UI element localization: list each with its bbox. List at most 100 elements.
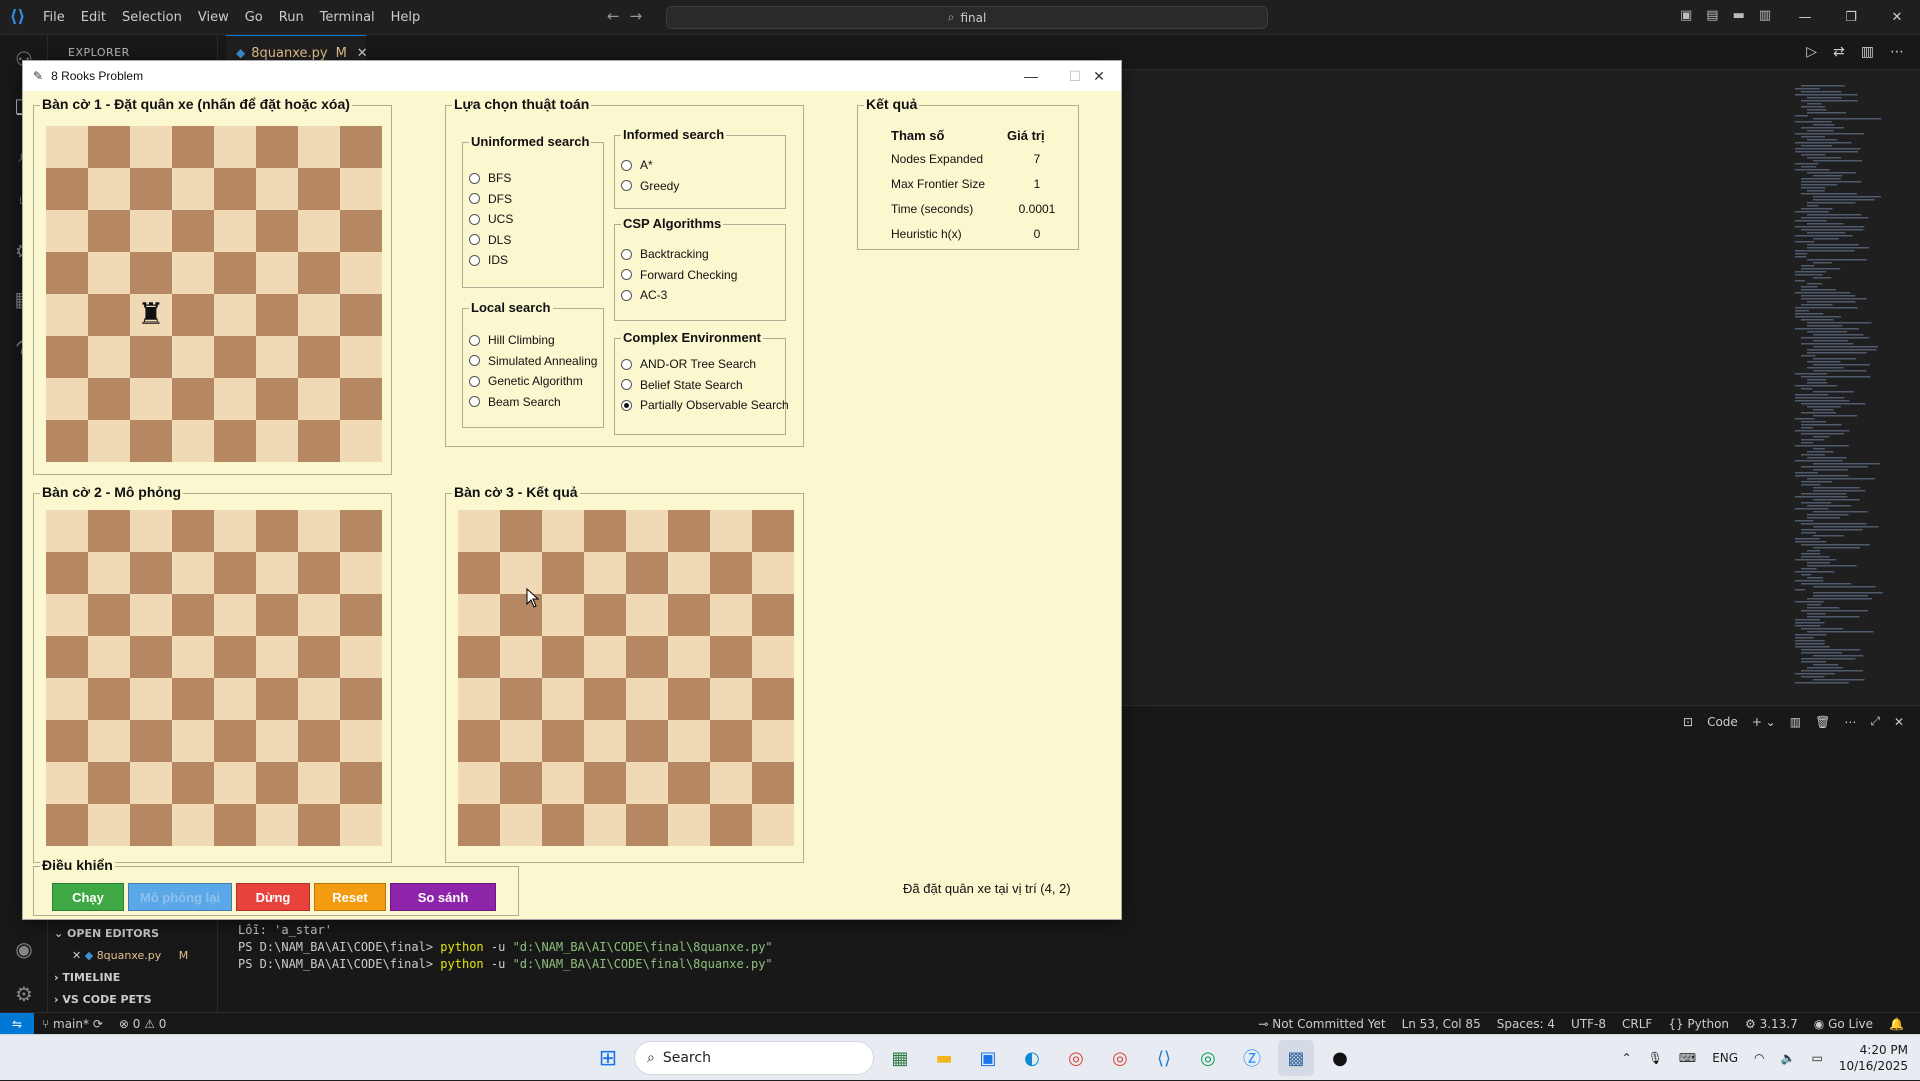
task-view-icon[interactable]: ▦ <box>882 1040 918 1076</box>
file-explorer-icon[interactable]: ▬ <box>926 1040 962 1076</box>
volume-icon[interactable]: 🔈 <box>1781 1051 1796 1065</box>
board-square[interactable] <box>88 378 130 420</box>
more-actions-icon[interactable]: ⋯ <box>1890 44 1904 60</box>
python-version[interactable]: ⚙ 3.13.7 <box>1737 1017 1806 1031</box>
split-terminal-icon[interactable]: ▥ <box>1790 715 1801 729</box>
radio-indicator[interactable] <box>621 180 632 191</box>
menu-item-selection[interactable]: Selection <box>114 10 190 25</box>
toggle-panel-icon[interactable]: ▬ <box>1733 8 1745 23</box>
close-icon[interactable]: ✕ <box>1874 0 1920 35</box>
close-panel-icon[interactable]: ✕ <box>1894 715 1904 729</box>
radio-indicator[interactable] <box>621 358 632 370</box>
board-square[interactable] <box>130 336 172 378</box>
control-button-so-s-nh[interactable]: So sánh <box>390 883 496 911</box>
radio-indicator[interactable] <box>621 289 632 301</box>
board-square[interactable] <box>46 420 88 462</box>
board-square[interactable] <box>88 126 130 168</box>
board-square[interactable] <box>340 126 382 168</box>
kill-terminal-icon[interactable]: 🗑 <box>1815 715 1830 729</box>
board-square[interactable] <box>256 294 298 336</box>
board-square[interactable] <box>214 210 256 252</box>
algo-radio-bfs[interactable]: BFS <box>469 171 511 185</box>
board-square[interactable] <box>88 420 130 462</box>
radio-indicator[interactable] <box>469 254 480 266</box>
board-square[interactable] <box>298 420 340 462</box>
chrome-alt-icon[interactable]: ◎ <box>1190 1040 1226 1076</box>
timeline-section[interactable]: › TIMELINE <box>48 967 218 989</box>
store-icon[interactable]: ▣ <box>970 1040 1006 1076</box>
control-button-reset[interactable]: Reset <box>314 883 386 911</box>
radio-indicator[interactable] <box>469 396 480 407</box>
board-square[interactable] <box>46 210 88 252</box>
start-icon[interactable]: ⊞ <box>590 1040 626 1076</box>
wifi-icon[interactable]: ◠ <box>1754 1051 1764 1065</box>
github-icon[interactable]: ● <box>1322 1040 1358 1076</box>
app-close-icon[interactable]: ✕ <box>1077 61 1121 91</box>
menu-item-terminal[interactable]: Terminal <box>312 10 383 25</box>
algo-radio-and-or-tree-search[interactable]: AND-OR Tree Search <box>621 357 756 371</box>
chrome-profile-icon[interactable]: ◎ <box>1102 1040 1138 1076</box>
board-square[interactable] <box>340 294 382 336</box>
algo-radio-greedy[interactable]: Greedy <box>621 179 679 193</box>
board-square[interactable] <box>256 336 298 378</box>
algo-radio-beam-search[interactable]: Beam Search <box>469 395 561 409</box>
radio-indicator[interactable] <box>621 379 632 390</box>
board-square[interactable] <box>130 210 172 252</box>
layout-controls[interactable]: ▣ ▤ ▬ ▥ <box>1680 8 1771 23</box>
radio-indicator[interactable] <box>469 234 480 245</box>
board-square[interactable] <box>46 378 88 420</box>
run-icon[interactable]: ▷ <box>1806 44 1817 60</box>
board-square[interactable] <box>298 210 340 252</box>
board-square[interactable] <box>88 336 130 378</box>
board-square[interactable] <box>172 252 214 294</box>
board-square[interactable] <box>340 168 382 210</box>
control-button-d-ng[interactable]: Dừng <box>236 883 310 911</box>
battery-icon[interactable]: ▭ <box>1811 1051 1822 1065</box>
minimap[interactable] <box>1795 85 1905 695</box>
board-square[interactable] <box>340 336 382 378</box>
control-button-ch-y[interactable]: Chạy <box>52 883 124 911</box>
algo-radio-belief-state-search[interactable]: Belief State Search <box>621 378 743 392</box>
board-square[interactable] <box>256 420 298 462</box>
board-square[interactable] <box>46 126 88 168</box>
radio-indicator[interactable] <box>469 355 480 366</box>
tray-overflow-icon[interactable]: ⌃ <box>1622 1051 1632 1065</box>
board-square[interactable] <box>256 252 298 294</box>
maximize-panel-icon[interactable]: ⤢ <box>1870 714 1880 729</box>
menu-item-edit[interactable]: Edit <box>73 10 114 25</box>
board-square[interactable] <box>130 378 172 420</box>
board-square[interactable] <box>340 210 382 252</box>
layout-icon[interactable]: ▣ <box>1680 8 1692 23</box>
language-indicator[interactable]: ENG <box>1712 1051 1738 1065</box>
menu-item-run[interactable]: Run <box>271 10 312 25</box>
toggle-sidebar-icon[interactable]: ▤ <box>1706 8 1718 23</box>
new-terminal-icon[interactable]: + ⌄ <box>1752 715 1776 729</box>
board-square[interactable] <box>172 378 214 420</box>
clock[interactable]: 4:20 PM 10/16/2025 <box>1839 1042 1908 1074</box>
board-square[interactable] <box>298 378 340 420</box>
split-editor-icon[interactable]: ▥ <box>1861 44 1874 60</box>
board-square[interactable] <box>172 126 214 168</box>
board-square[interactable] <box>130 126 172 168</box>
nav-arrows[interactable]: ←→ <box>607 7 652 25</box>
board-square[interactable] <box>172 336 214 378</box>
git-commit-status[interactable]: ⊸ Not Committed Yet <box>1250 1017 1393 1031</box>
board-square[interactable] <box>214 126 256 168</box>
algo-radio-genetic-algorithm[interactable]: Genetic Algorithm <box>469 374 583 388</box>
microphone-icon[interactable]: 🎙 <box>1648 1051 1663 1065</box>
board-square[interactable] <box>172 210 214 252</box>
rook-piece-icon[interactable]: ♜ <box>138 300 165 330</box>
zalo-icon[interactable]: Ⓩ <box>1234 1040 1270 1076</box>
panel-more-icon[interactable]: ⋯ <box>1844 715 1856 729</box>
algo-radio-ucs[interactable]: UCS <box>469 212 513 226</box>
radio-indicator[interactable] <box>621 248 632 260</box>
algo-radio-dfs[interactable]: DFS <box>469 192 512 206</box>
radio-indicator[interactable] <box>621 269 632 280</box>
algo-radio-forward-checking[interactable]: Forward Checking <box>621 268 737 282</box>
algo-radio-ac-3[interactable]: AC-3 <box>621 288 667 302</box>
board-square[interactable] <box>46 252 88 294</box>
board-square[interactable] <box>46 294 88 336</box>
menu-item-help[interactable]: Help <box>383 10 429 25</box>
keyboard-icon[interactable]: ⌨ <box>1679 1051 1696 1065</box>
algo-radio-a[interactable]: A* <box>621 158 653 172</box>
